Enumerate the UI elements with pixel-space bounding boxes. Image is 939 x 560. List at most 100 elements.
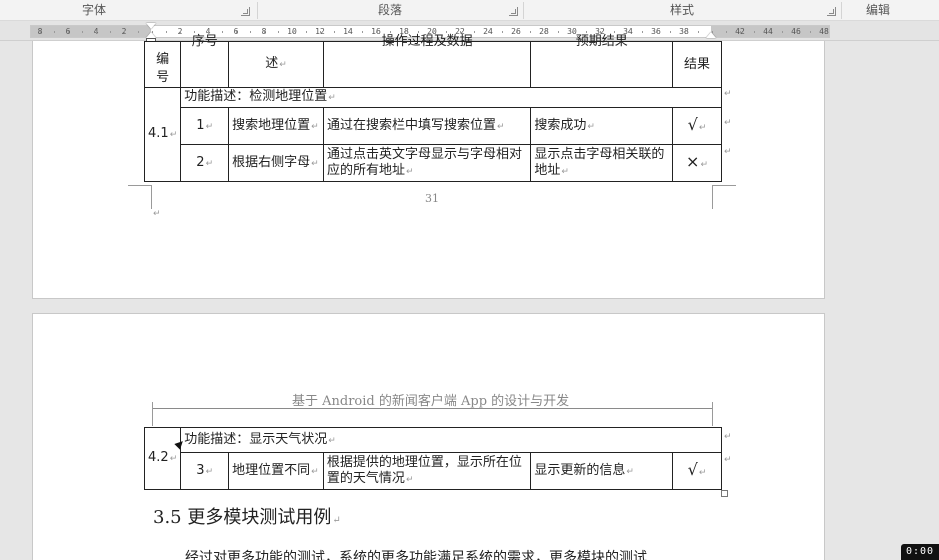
ruler-minor-tick — [110, 31, 111, 33]
row-result-cell: √↵ — [672, 107, 722, 145]
ruler-minor-tick — [68, 31, 69, 33]
cell-end-mark: ↵ — [279, 60, 287, 70]
ruler-minor-tick — [824, 31, 825, 33]
page-header-text: 基于 Android 的新闻客户端 App 的设计与开发 — [292, 394, 570, 409]
ruler-minor-tick — [124, 31, 125, 33]
ruler-minor-tick — [166, 31, 167, 33]
ruler-minor-tick — [194, 31, 195, 33]
section-desc-cell: 功能描述：检测地理位置↵ — [180, 87, 722, 108]
ruler-minor-tick — [530, 31, 531, 33]
ribbon-group-editing: 编辑 — [842, 0, 914, 21]
ruler-minor-tick — [768, 31, 769, 33]
table-row: 4.2↵ 功能描述：显示天气状况↵ — [143, 427, 722, 490]
ribbon-group-font-label: 字体 — [82, 3, 107, 17]
row-steps-cell: 根据提供的地理位置，显示所在位置的天气情况↵ — [322, 452, 532, 490]
header-cell-id: 编号 — [143, 41, 182, 88]
row-end-mark: ↵ — [724, 89, 732, 99]
cell-end-mark: ↵ — [205, 466, 214, 477]
header-result-text: 结果 — [684, 56, 711, 72]
table-row: 1↵ 搜索地理位置↵ 通过在搜索栏中填写搜索位置↵ 搜索成功↵ √↵ — [145, 107, 722, 145]
header-expected-text: 预期结果 — [575, 34, 628, 49]
row-end-mark: ↵ — [724, 455, 732, 465]
cell-end-mark: ↵ — [587, 121, 595, 132]
right-indent-marker[interactable] — [706, 32, 716, 38]
ruler-minor-tick — [684, 31, 685, 33]
row-item-cell: 搜索地理位置↵ — [228, 107, 324, 145]
row-num-text: 2 — [196, 154, 205, 170]
word-document-window: 字体 段落 样式 编辑 8642246810121416182022242628… — [0, 0, 939, 560]
cell-end-mark: ↵ — [205, 121, 214, 132]
font-dialog-launcher-icon[interactable] — [241, 7, 250, 16]
ruler-minor-tick — [222, 31, 223, 33]
cross-mark-icon: × — [686, 151, 700, 171]
ruler-minor-tick — [488, 31, 489, 33]
ribbon-group-paragraph: 段落 — [258, 0, 522, 21]
styles-dialog-launcher-icon[interactable] — [827, 7, 836, 16]
section-heading-text: 3.5 更多模块测试用例 — [153, 507, 332, 528]
header-steps-text: 操作过程及数据 — [381, 34, 473, 49]
ruler-minor-tick — [264, 31, 265, 33]
ruler-minor-tick — [810, 31, 811, 33]
table-resize-handle[interactable] — [721, 490, 728, 497]
section-desc-cell: 功能描述：显示天气状况↵ — [180, 427, 722, 453]
ruler-minor-tick — [418, 31, 419, 33]
row-expected-cell: 显示更新的信息↵ — [530, 452, 674, 490]
cell-end-mark: ↵ — [698, 467, 707, 478]
section-heading: 3.5 更多模块测试用例↵ — [153, 503, 341, 529]
crop-mark — [712, 402, 713, 426]
section-id-text: 4.2 — [148, 450, 169, 465]
cell-end-mark: ↵ — [311, 158, 319, 169]
cell-end-mark: ↵ — [328, 93, 336, 103]
ruler-minor-tick — [334, 31, 335, 33]
cell-end-mark: ↵ — [626, 466, 634, 477]
cell-end-mark: ↵ — [700, 159, 708, 170]
ribbon-group-styles-label: 样式 — [669, 3, 694, 17]
table-row: 3↵ 地理位置不同↵ 根据提供的地理位置，显示所在位置的天气情况↵ 显示更新的信… — [145, 452, 722, 490]
cell-end-mark: ↵ — [311, 121, 319, 132]
ruler-minor-tick — [236, 31, 237, 33]
cell-end-mark: ↵ — [698, 122, 707, 133]
ruler-minor-tick — [628, 31, 629, 33]
ruler-minor-tick — [306, 31, 307, 33]
ruler-minor-tick — [40, 31, 41, 33]
row-steps-text: 通过在搜索栏中填写搜索位置 — [326, 117, 496, 133]
test-case-table-page-2: 4.2↵ 功能描述：显示天气状况↵ 3↵ 地理位置不同↵ 根据提供的地理位置，显… — [143, 427, 722, 490]
section-desc-text: 功能描述：检测地理位置 — [184, 89, 328, 104]
page-number: 31 — [425, 192, 439, 205]
row-steps-cell: 通过点击英文字母显示与字母相对应的所有地址↵ — [322, 144, 532, 182]
first-line-indent-marker[interactable] — [146, 23, 156, 29]
row-num-cell: 3↵ — [180, 452, 230, 490]
check-mark-icon: √ — [687, 459, 698, 479]
header-cell-steps: 操作过程及数据 — [322, 34, 532, 88]
row-num-text: 1 — [196, 117, 205, 133]
ruler-minor-tick — [586, 31, 587, 33]
ruler-minor-tick — [614, 31, 615, 33]
paragraph-mark: ↵ — [332, 515, 341, 526]
cell-end-mark: ↵ — [496, 121, 505, 132]
paragraph-dialog-launcher-icon[interactable] — [509, 7, 518, 16]
header-cell-desc: 述↵ — [228, 41, 324, 88]
cell-end-mark: ↵ — [205, 158, 214, 169]
check-mark-icon: √ — [687, 114, 698, 134]
ruler-minor-tick — [54, 31, 55, 33]
body-paragraph: 经过对更多功能的测试，系统的更多功能满足系统的需求，更多模块的测试 — [185, 550, 647, 560]
row-num-text: 3 — [196, 462, 205, 478]
ruler-minor-tick — [348, 31, 349, 33]
cell-end-mark: ↵ — [169, 454, 178, 464]
ruler-minor-tick — [96, 31, 97, 33]
crop-mark — [128, 185, 152, 209]
ribbon-group-styles: 样式 — [524, 0, 840, 21]
row-result-cell: ×↵ — [672, 144, 722, 182]
table-row: 4.1↵ 功能描述：检测地理位置↵ — [143, 87, 722, 182]
row-expected-cell: 显示点击字母相关联的地址↵ — [530, 144, 674, 182]
ruler-minor-tick — [796, 31, 797, 33]
ruler-minor-tick — [292, 31, 293, 33]
ruler-minor-tick — [600, 31, 601, 33]
cell-end-mark: ↵ — [561, 166, 569, 177]
ruler-minor-tick — [516, 31, 517, 33]
ruler-minor-tick — [754, 31, 755, 33]
ribbon-group-editing-label: 编辑 — [865, 3, 890, 17]
ruler-minor-tick — [740, 31, 741, 33]
row-item-text: 搜索地理位置 — [232, 117, 311, 133]
section-id-text: 4.1 — [148, 126, 169, 141]
